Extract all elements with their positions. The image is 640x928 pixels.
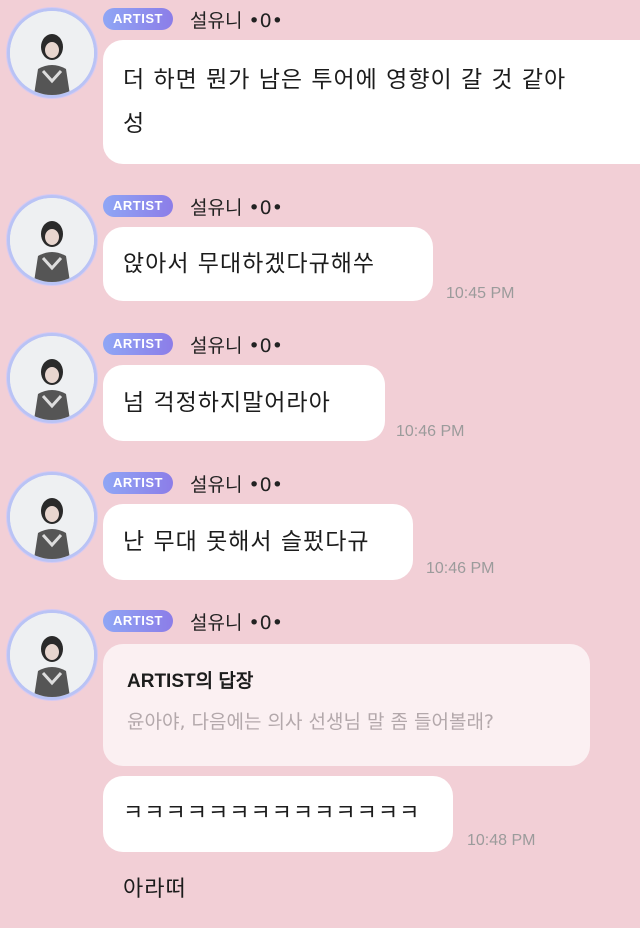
avatar[interactable] <box>10 336 94 420</box>
message-time: 10:45 PM <box>446 285 515 302</box>
message-time: 10:46 PM <box>396 423 465 440</box>
reply-quote[interactable]: ARTIST의 답장 윤아야, 다음에는 의사 선생님 말 좀 들어볼래? <box>103 644 590 766</box>
message-text-line: 성 <box>123 111 146 137</box>
message-bubble[interactable]: 앉아서 무대하겠다규해쑤 <box>103 227 433 301</box>
reply-title: ARTIST의 답장 <box>127 671 254 692</box>
reply-quoted-text: 윤아야, 다음에는 의사 선생님 말 좀 들어볼래? <box>127 711 495 733</box>
artist-badge: ARTIST <box>103 472 173 494</box>
message-bubble[interactable]: ㅋㅋㅋㅋㅋㅋㅋㅋㅋㅋㅋㅋㅋㅋ 아라떠 <box>103 776 453 902</box>
sender-name: 설유니 •0• <box>190 474 283 496</box>
sender-name: 설유니 •0• <box>190 10 283 32</box>
sender-name: 설유니 •0• <box>190 197 283 219</box>
message-time: 10:46 PM <box>426 560 495 577</box>
artist-badge: ARTIST <box>103 333 173 355</box>
artist-badge: ARTIST <box>103 195 173 217</box>
message-time: 10:48 PM <box>467 832 536 849</box>
avatar[interactable] <box>10 11 94 95</box>
artist-badge: ARTIST <box>103 8 173 30</box>
message-bubble[interactable]: 더 하면 뭔가 남은 투어에 영향이 갈 것 같아 성 <box>103 40 640 164</box>
avatar[interactable] <box>10 198 94 282</box>
avatar[interactable] <box>10 475 94 559</box>
artist-badge: ARTIST <box>103 610 173 632</box>
message-text-line: 더 하면 뭔가 남은 투어에 영향이 갈 것 같아 <box>123 67 567 93</box>
avatar[interactable] <box>10 613 94 697</box>
message-bubble[interactable]: 넘 걱정하지말어라아 <box>103 365 385 441</box>
message-bubble[interactable]: 난 무대 못해서 슬펐다규 <box>103 504 413 580</box>
sender-name: 설유니 •0• <box>190 335 283 357</box>
sender-name: 설유니 •0• <box>190 612 283 634</box>
